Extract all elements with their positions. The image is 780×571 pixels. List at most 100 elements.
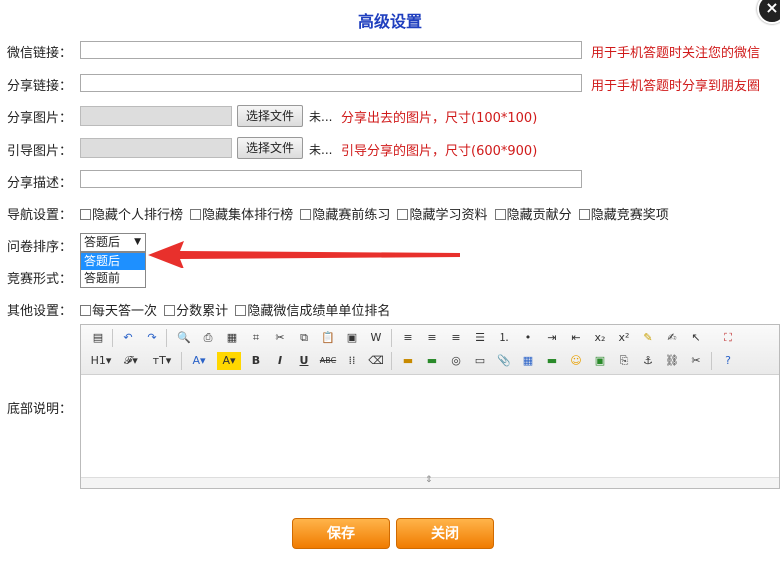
editor-toolbar: ▤ ↶ ↷ 🔍 ⎙ ▦ ⌗ ✂ ⧉ 📋 ▣ W ≡ ≡ ≡ ☰ ⒈ • ⇥ ⇤ … bbox=[81, 325, 779, 375]
dialog-title: 高级设置 bbox=[357, 12, 422, 31]
page-break-icon[interactable]: ⎘ bbox=[615, 352, 633, 370]
share-image-label: 分享图片： bbox=[7, 111, 73, 126]
share-desc-input[interactable] bbox=[80, 170, 582, 188]
code-icon[interactable]: ⌗ bbox=[247, 329, 265, 347]
clear-format-icon[interactable]: ✎ bbox=[639, 329, 657, 347]
source-icon[interactable]: ▤ bbox=[89, 329, 107, 347]
align-left-icon[interactable]: ≡ bbox=[399, 329, 417, 347]
font-family-dropdown[interactable]: 𝓕▾ bbox=[119, 352, 143, 370]
insert-image-icon[interactable]: ▬ bbox=[399, 352, 417, 370]
questionnaire-order-label: 问卷排序： bbox=[7, 240, 73, 255]
other-option-once-daily[interactable]: 每天答一次 bbox=[80, 304, 157, 319]
share-image-file-status: 未... bbox=[309, 110, 333, 124]
emoticon-icon[interactable]: ☺ bbox=[567, 352, 585, 370]
guide-image-hint: 引导分享的图片，尺寸(600*900) bbox=[341, 144, 538, 159]
select-all-icon[interactable]: ✍ bbox=[663, 329, 681, 347]
superscript-icon[interactable]: x² bbox=[615, 329, 633, 347]
other-option-hide-rank[interactable]: 隐藏微信成绩单单位排名 bbox=[235, 304, 390, 319]
cut-icon[interactable]: ✂ bbox=[271, 329, 289, 347]
print-icon[interactable]: ⎙ bbox=[199, 329, 217, 347]
align-right-icon[interactable]: ≡ bbox=[447, 329, 465, 347]
undo-icon[interactable]: ↶ bbox=[119, 329, 137, 347]
indent-icon[interactable]: ⇥ bbox=[543, 329, 561, 347]
wechat-link-hint: 用于手机答题时关注您的微信 bbox=[591, 46, 761, 61]
checkbox[interactable] bbox=[300, 209, 312, 220]
share-image-filebox[interactable] bbox=[80, 106, 232, 126]
italic-button[interactable]: I bbox=[271, 352, 289, 370]
horizontal-rule-icon[interactable]: ▬ bbox=[543, 352, 561, 370]
strikethrough-button[interactable]: ABC bbox=[319, 352, 337, 370]
share-link-hint: 用于手机答题时分享到朋友圈 bbox=[591, 79, 761, 94]
copy-icon[interactable]: ⧉ bbox=[295, 329, 313, 347]
insert-table-icon[interactable]: ▦ bbox=[519, 352, 537, 370]
nav-option-group-rank[interactable]: 隐藏集体排行榜 bbox=[190, 208, 293, 223]
guide-image-choose-button[interactable]: 选择文件 bbox=[237, 137, 303, 159]
heading-dropdown[interactable]: H1▾ bbox=[87, 352, 115, 370]
nav-settings-options: 隐藏个人排行榜 隐藏集体排行榜 隐藏赛前练习 隐藏学习资料 隐藏贡献分 隐藏竞赛… bbox=[80, 204, 672, 223]
select-value: 答题后 bbox=[84, 235, 121, 249]
checkbox[interactable] bbox=[397, 209, 409, 220]
checkbox[interactable] bbox=[578, 209, 590, 220]
arrow-annotation-icon bbox=[148, 241, 460, 268]
other-option-score-accumulate[interactable]: 分数累计 bbox=[164, 304, 228, 319]
checkbox[interactable] bbox=[494, 209, 506, 220]
paste-icon[interactable]: 📋 bbox=[319, 329, 337, 347]
checkbox[interactable] bbox=[80, 305, 91, 316]
nav-option-practice[interactable]: 隐藏赛前练习 bbox=[300, 208, 390, 223]
help-icon[interactable]: ? bbox=[719, 352, 737, 370]
font-size-dropdown[interactable]: тT▾ bbox=[149, 352, 175, 370]
justify-icon[interactable]: ☰ bbox=[471, 329, 489, 347]
paste-text-icon[interactable]: ▣ bbox=[343, 329, 361, 347]
outdent-icon[interactable]: ⇤ bbox=[567, 329, 585, 347]
underline-button[interactable]: U bbox=[295, 352, 313, 370]
share-image-choose-button[interactable]: 选择文件 bbox=[237, 105, 303, 127]
nav-option-materials[interactable]: 隐藏学习资料 bbox=[397, 208, 487, 223]
template-icon[interactable]: ▦ bbox=[223, 329, 241, 347]
checkbox[interactable] bbox=[80, 209, 91, 220]
eraser-icon[interactable]: ⌫ bbox=[367, 352, 385, 370]
paste-word-icon[interactable]: W bbox=[367, 329, 385, 347]
nav-option-contribution[interactable]: 隐藏贡献分 bbox=[494, 208, 572, 223]
rich-text-editor[interactable]: ▤ ↶ ↷ 🔍 ⎙ ▦ ⌗ ✂ ⧉ 📋 ▣ W ≡ ≡ ≡ ☰ ⒈ • ⇥ ⇤ … bbox=[80, 324, 780, 489]
font-color-button[interactable]: A▾ bbox=[187, 352, 211, 370]
close-button[interactable]: 关闭 bbox=[396, 518, 494, 549]
questionnaire-order-dropdown: 答题后 答题前 bbox=[80, 252, 146, 288]
link-icon[interactable]: ⛓ bbox=[663, 352, 681, 370]
other-settings-label: 其他设置： bbox=[7, 304, 73, 319]
competition-form-label: 竞赛形式： bbox=[7, 272, 73, 287]
preview-icon[interactable]: 🔍 bbox=[175, 329, 193, 347]
share-link-input[interactable] bbox=[80, 74, 582, 92]
redo-icon[interactable]: ↷ bbox=[143, 329, 161, 347]
ordered-list-icon[interactable]: ⒈ bbox=[495, 329, 513, 347]
line-height-icon[interactable]: ⁞⁞ bbox=[343, 352, 361, 370]
nav-option-awards[interactable]: 隐藏竞赛奖项 bbox=[578, 208, 669, 223]
guide-image-filebox[interactable] bbox=[80, 138, 232, 158]
subscript-icon[interactable]: x₂ bbox=[591, 329, 609, 347]
insert-multi-image-icon[interactable]: ▬ bbox=[423, 352, 441, 370]
checkbox[interactable] bbox=[190, 209, 202, 220]
share-desc-label: 分享描述： bbox=[7, 176, 73, 191]
insert-map-icon[interactable]: ▣ bbox=[591, 352, 609, 370]
unordered-list-icon[interactable]: • bbox=[519, 329, 537, 347]
background-color-button[interactable]: A▾ bbox=[217, 352, 241, 370]
anchor-icon[interactable]: ⚓ bbox=[639, 352, 657, 370]
dropdown-option-before[interactable]: 答题前 bbox=[81, 270, 145, 287]
insert-media-icon[interactable]: ◎ bbox=[447, 352, 465, 370]
questionnaire-order-select[interactable]: 答题后 ▼ bbox=[80, 233, 146, 252]
nav-option-personal-rank[interactable]: 隐藏个人排行榜 bbox=[80, 208, 183, 223]
save-button[interactable]: 保存 bbox=[292, 518, 390, 549]
editor-resize-handle[interactable]: ⇕ bbox=[81, 475, 779, 488]
cursor-icon[interactable]: ↖ bbox=[687, 329, 705, 347]
checkbox[interactable] bbox=[164, 305, 176, 316]
dropdown-option-after[interactable]: 答题后 bbox=[81, 253, 145, 270]
checkbox[interactable] bbox=[235, 305, 247, 316]
insert-flash-icon[interactable]: ▭ bbox=[471, 352, 489, 370]
attachment-icon[interactable]: 📎 bbox=[495, 352, 513, 370]
share-link-label: 分享链接： bbox=[7, 79, 73, 94]
bold-button[interactable]: B bbox=[247, 352, 265, 370]
fullscreen-icon[interactable]: ⛶ bbox=[719, 329, 737, 347]
unlink-icon[interactable]: ✂ bbox=[687, 352, 705, 370]
align-center-icon[interactable]: ≡ bbox=[423, 329, 441, 347]
wechat-link-input[interactable] bbox=[80, 41, 582, 59]
footer-desc-label: 底部说明： bbox=[7, 402, 73, 417]
